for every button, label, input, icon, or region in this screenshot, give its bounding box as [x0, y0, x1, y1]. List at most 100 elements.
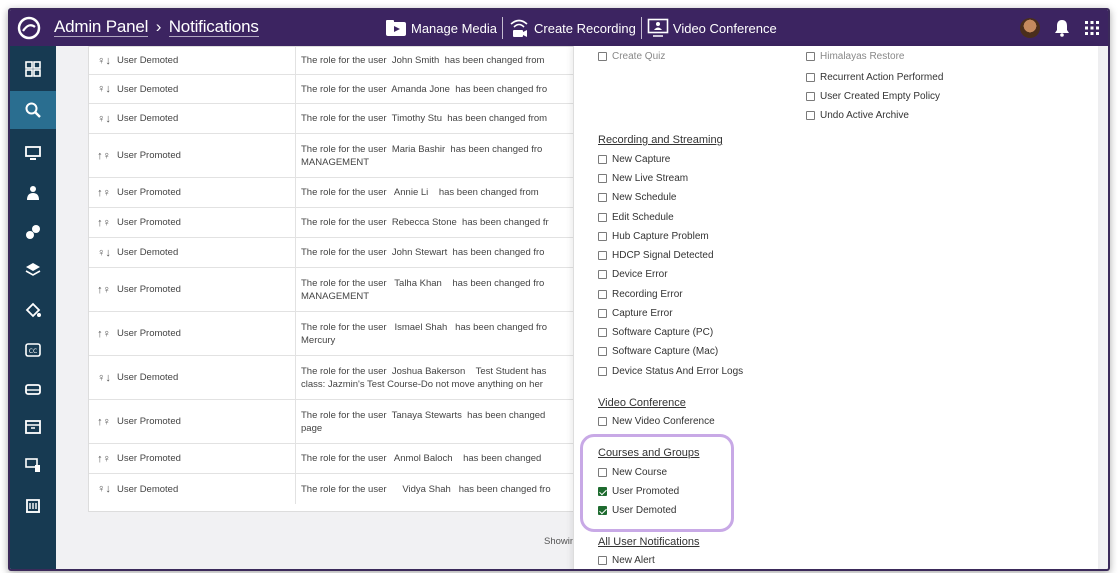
breadcrumb-admin-panel[interactable]: Admin Panel [54, 17, 148, 37]
sidebar-item-monitor[interactable] [10, 134, 56, 172]
checkbox-box[interactable] [598, 309, 607, 318]
captions-icon: CC [25, 343, 41, 357]
checkbox-box[interactable] [806, 111, 815, 120]
sidebar-item-institution[interactable] [10, 486, 56, 524]
checkbox-box[interactable] [598, 468, 607, 477]
checkbox-box[interactable] [598, 270, 607, 279]
checkbox-edit-schedule[interactable]: Edit Schedule [598, 212, 674, 223]
checkbox-label: Create Quiz [612, 51, 666, 62]
sidebar-item-layers[interactable] [10, 251, 56, 289]
bell-icon[interactable] [1054, 19, 1070, 37]
notification-type: User Demoted [117, 372, 179, 383]
sidebar-item-storage[interactable] [10, 370, 56, 408]
sidebar-item-search[interactable] [10, 91, 56, 129]
sidebar-item-branding[interactable] [10, 291, 56, 329]
sidebar-item-archive[interactable] [10, 408, 56, 446]
notification-description: The role for the user Anmol Baloch has b… [301, 453, 542, 464]
checkbox-box[interactable] [598, 251, 607, 260]
checkbox-software-capture-pc[interactable]: Software Capture (PC) [598, 327, 713, 338]
checkbox-box[interactable] [598, 556, 607, 565]
checkbox-label: HDCP Signal Detected [612, 250, 714, 261]
user-promoted-icon: ↑♀ [97, 452, 111, 465]
checkbox-box[interactable] [598, 174, 607, 183]
sidebar-item-integrations[interactable] [10, 213, 56, 251]
user-promoted-icon: ↑♀ [97, 216, 111, 229]
notification-description: The role for the user Timothy Stu has be… [301, 113, 548, 124]
app-logo-icon[interactable] [16, 15, 42, 41]
checkbox-hub-capture-problem[interactable]: Hub Capture Problem [598, 231, 709, 242]
user-demoted-icon: ♀↓ [97, 112, 111, 125]
notification-type: User Promoted [117, 150, 181, 161]
checkbox-box[interactable] [598, 193, 607, 202]
checkbox-box[interactable] [598, 367, 607, 376]
breadcrumb-separator: › [155, 17, 162, 36]
svg-text:CC: CC [29, 348, 37, 355]
manage-media-button[interactable]: Manage Media [380, 10, 502, 46]
checkbox-recording-error[interactable]: Recording Error [598, 289, 683, 300]
checkbox-label: Himalayas Restore [820, 51, 905, 62]
checkbox-label: User Created Empty Policy [820, 91, 941, 102]
notification-description: The role for the user John Smith has bee… [301, 55, 545, 66]
checkbox-new-schedule[interactable]: New Schedule [598, 192, 676, 203]
checkbox-box[interactable] [598, 290, 607, 299]
checkbox-new-capture[interactable]: New Capture [598, 154, 670, 165]
section-title-video-conference: Video Conference [598, 397, 686, 409]
sidebar-item-devices[interactable] [10, 446, 56, 484]
user-demoted-icon: ♀↓ [97, 83, 111, 95]
checkbox-box-checked[interactable] [598, 506, 607, 515]
user-demoted-icon: ♀↓ [97, 54, 111, 67]
checkbox-box[interactable] [598, 213, 607, 222]
checkbox-user-demoted[interactable]: User Demoted [598, 505, 676, 516]
checkbox-box[interactable] [598, 155, 607, 164]
checkbox-box[interactable] [806, 92, 815, 101]
checkbox-himalayas-restore[interactable]: Himalayas Restore [806, 51, 904, 62]
checkbox-label: New Capture [612, 154, 671, 165]
layers-icon [25, 263, 41, 276]
checkbox-box[interactable] [598, 347, 607, 356]
video-conference-label: Video Conference [672, 20, 777, 36]
checkbox-user-promoted[interactable]: User Promoted [598, 486, 679, 497]
apps-grid-icon[interactable] [1084, 20, 1100, 36]
notification-type: User Promoted [117, 328, 181, 339]
breadcrumb-notifications[interactable]: Notifications [168, 17, 259, 37]
checkbox-box[interactable] [806, 73, 815, 82]
user-demoted-icon: ♀↓ [97, 483, 111, 495]
checkbox-software-capture-mac[interactable]: Software Capture (Mac) [598, 346, 718, 357]
checkbox-label: New Alert [612, 555, 655, 566]
checkbox-box[interactable] [598, 417, 607, 426]
sidebar-item-users[interactable] [10, 174, 56, 212]
checkbox-box[interactable] [598, 52, 607, 61]
checkbox-label: New Live Stream [612, 173, 689, 184]
sidebar-item-dashboard[interactable] [10, 50, 56, 88]
checkbox-new-alert[interactable]: New Alert [598, 555, 655, 566]
checkbox-new-course[interactable]: New Course [598, 467, 667, 478]
checkbox-capture-error[interactable]: Capture Error [598, 308, 673, 319]
checkbox-empty-policy[interactable]: User Created Empty Policy [806, 91, 940, 102]
sidebar-item-captions[interactable]: CC [10, 331, 56, 369]
checkbox-label: Software Capture (PC) [612, 327, 714, 338]
checkbox-hdcp-signal[interactable]: HDCP Signal Detected [598, 250, 714, 261]
checkbox-undo-archive[interactable]: Undo Active Archive [806, 110, 909, 121]
notification-type: User Demoted [117, 83, 179, 95]
notification-description-line2: page [301, 422, 323, 434]
checkbox-box[interactable] [598, 328, 607, 337]
checkbox-device-status-logs[interactable]: Device Status And Error Logs [598, 366, 743, 377]
archive-icon [25, 420, 41, 434]
section-title-courses-groups: Courses and Groups [598, 447, 700, 459]
drive-icon [25, 384, 41, 395]
checkbox-box[interactable] [806, 52, 815, 61]
checkbox-label: Hub Capture Problem [612, 231, 709, 242]
checkbox-box[interactable] [598, 232, 607, 241]
checkbox-device-error[interactable]: Device Error [598, 269, 668, 280]
user-avatar[interactable] [1020, 18, 1040, 38]
video-conference-button[interactable]: Video Conference [642, 10, 782, 46]
checkbox-recurrent-action[interactable]: Recurrent Action Performed [806, 72, 943, 83]
checkbox-label: Software Capture (Mac) [612, 346, 719, 357]
notification-description: The role for the user Rebecca Stone has … [301, 217, 549, 228]
checkbox-new-video-conference[interactable]: New Video Conference [598, 416, 715, 427]
checkbox-box-checked[interactable] [598, 487, 607, 496]
create-recording-button[interactable]: Create Recording [503, 10, 641, 46]
checkbox-create-quiz[interactable]: Create Quiz [598, 51, 665, 62]
checkbox-new-live-stream[interactable]: New Live Stream [598, 173, 688, 184]
notification-type: User Demoted [117, 247, 179, 258]
